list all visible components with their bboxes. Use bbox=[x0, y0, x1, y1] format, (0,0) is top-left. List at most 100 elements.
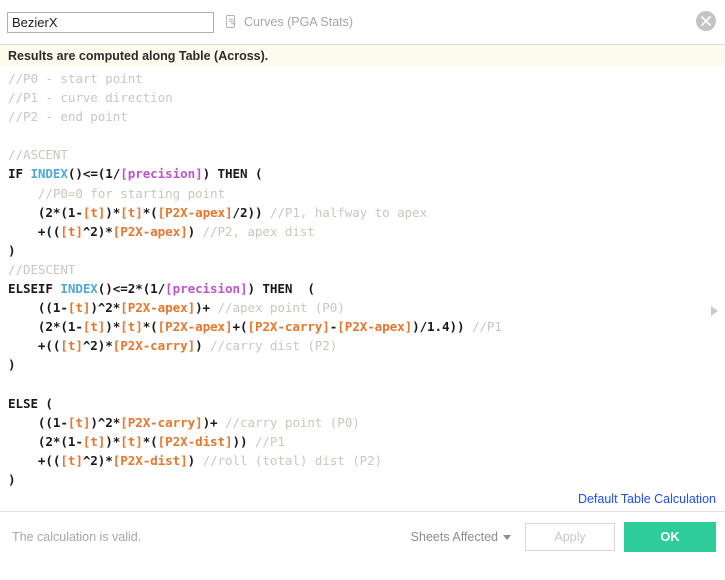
code-token-op: ()<=(1/ bbox=[67, 166, 121, 182]
code-token-op: +(( bbox=[8, 452, 61, 468]
code-token-op: ) bbox=[202, 166, 218, 182]
code-token-fn: INDEX bbox=[60, 281, 98, 297]
code-token-op: ) bbox=[187, 452, 203, 468]
code-token-op: ) bbox=[8, 357, 16, 373]
formula-editor[interactable]: //P0 - start point //P1 - curve directio… bbox=[0, 66, 725, 509]
code-token-field: [t] bbox=[67, 414, 91, 430]
code-token-op: )+ bbox=[202, 414, 226, 430]
code-token-field: [P2X-dist] bbox=[157, 433, 233, 449]
code-token-op: +(( bbox=[8, 338, 61, 354]
code-token-field: [t] bbox=[82, 319, 106, 335]
code-token-op: ((1- bbox=[8, 414, 68, 430]
code-token-op: )* bbox=[105, 204, 121, 220]
code-token-op: ()<=2*(1/ bbox=[97, 281, 166, 297]
code-token-field: [P2X-carry] bbox=[112, 338, 196, 354]
code-token-field: [t] bbox=[120, 319, 143, 335]
code-token-field: [P2X-apex] bbox=[120, 300, 196, 316]
code-token-op: *( bbox=[142, 319, 158, 335]
code-token-cmt: //P1 bbox=[254, 433, 285, 449]
footer-actions: The calculation is valid. Sheets Affecte… bbox=[0, 512, 725, 552]
code-token-op: ((1- bbox=[8, 300, 68, 316]
code-token-op: )^2* bbox=[90, 300, 121, 316]
code-token-field: [P2X-apex] bbox=[157, 319, 233, 335]
code-token-cmt: //carry point (P0) bbox=[225, 414, 360, 430]
code-token-op: +(( bbox=[8, 223, 61, 239]
code-token-kw: ELSE bbox=[8, 395, 38, 411]
code-token-field: [t] bbox=[60, 223, 83, 239]
ok-button[interactable]: OK bbox=[624, 521, 716, 552]
datasource-icon bbox=[225, 15, 239, 29]
code-token-cmt: //P1, halfway to apex bbox=[269, 204, 428, 220]
code-token-op: (2*(1- bbox=[8, 204, 83, 220]
code-token-field: [P2X-carry] bbox=[120, 414, 203, 430]
code-token-cmt: //P0=0 for starting point bbox=[8, 185, 225, 201]
code-token-cmt: //P1 bbox=[471, 319, 502, 335]
code-token-field: [P2X-dist] bbox=[112, 452, 188, 468]
code-token-field: [t] bbox=[60, 338, 83, 354]
code-token-kw: THEN bbox=[217, 166, 248, 182]
code-token-op: ) bbox=[8, 242, 16, 258]
close-icon[interactable] bbox=[695, 10, 717, 32]
code-token-op: *( bbox=[142, 433, 158, 449]
code-token-op: ^2)* bbox=[82, 223, 113, 239]
code-token-kw: IF bbox=[8, 166, 31, 182]
code-token-field: [P2X-apex] bbox=[112, 223, 188, 239]
code-token-field: [P2X-apex] bbox=[337, 319, 413, 335]
field-name-input[interactable] bbox=[7, 11, 214, 33]
default-table-calculation-link[interactable]: Default Table Calculation bbox=[578, 492, 716, 506]
code-token-cmt: //roll (total) dist (P2) bbox=[202, 452, 383, 468]
code-token-op: )+ bbox=[195, 300, 218, 316]
code-token-param: [precision] bbox=[120, 166, 203, 182]
validation-status-text: The calculation is valid. bbox=[12, 529, 142, 544]
code-token-cmt: //apex point (P0) bbox=[217, 300, 345, 316]
code-token-cmt: //P2 - end point bbox=[8, 109, 128, 125]
code-token-op: (2*(1- bbox=[8, 319, 83, 335]
code-token-op: )* bbox=[105, 433, 121, 449]
code-token-field: [t] bbox=[60, 452, 83, 468]
code-token-op: ( bbox=[292, 281, 315, 297]
code-token-field: [P2X-apex] bbox=[157, 204, 233, 220]
code-token-field: [t] bbox=[82, 204, 106, 220]
code-token-cmt: //carry dist (P2) bbox=[210, 338, 338, 354]
code-token-op: (2*(1- bbox=[8, 433, 83, 449]
dialog-footer: Default Table Calculation The calculatio… bbox=[0, 489, 725, 580]
code-token-op: )* bbox=[105, 319, 121, 335]
info-banner-text: Results are computed along Table (Across… bbox=[8, 49, 269, 63]
dialog-header: Curves (PGA Stats) bbox=[0, 0, 725, 44]
datasource-label-group: Curves (PGA Stats) bbox=[225, 15, 353, 29]
code-token-op: /2)) bbox=[232, 204, 270, 220]
code-token-op: ) bbox=[8, 471, 16, 487]
code-token-op: ( bbox=[37, 395, 53, 411]
code-token-op: ( bbox=[247, 166, 263, 182]
datasource-name: Curves (PGA Stats) bbox=[244, 15, 354, 29]
sheets-affected-dropdown[interactable]: Sheets Affected bbox=[411, 530, 511, 544]
code-token-op: )) bbox=[232, 433, 255, 449]
code-token-field: [t] bbox=[120, 433, 143, 449]
code-token-cmt: //DESCENT bbox=[8, 261, 76, 277]
code-token-field: [t] bbox=[67, 300, 91, 316]
chevron-down-icon bbox=[503, 535, 511, 540]
code-token-op: )^2* bbox=[90, 414, 121, 430]
code-token-op: +( bbox=[232, 319, 248, 335]
code-token-cmt: //P1 - curve direction bbox=[8, 90, 173, 106]
code-token-cmt: //ASCENT bbox=[8, 147, 68, 163]
code-token-op: ^2)* bbox=[82, 338, 113, 354]
chevron-right-icon[interactable] bbox=[711, 306, 718, 316]
default-calc-row: Default Table Calculation bbox=[0, 489, 725, 506]
code-token-op: ) bbox=[187, 223, 203, 239]
code-token-kw: ELSEIF bbox=[8, 281, 61, 297]
code-token-op: )/1.4)) bbox=[412, 319, 472, 335]
code-token-cmt: //P0 - start point bbox=[8, 71, 143, 86]
code-token-field: [t] bbox=[82, 433, 106, 449]
apply-button[interactable]: Apply bbox=[525, 522, 615, 551]
table-calc-info-banner: Results are computed along Table (Across… bbox=[0, 45, 725, 66]
code-token-op: ^2)* bbox=[82, 452, 113, 468]
code-token-field: [t] bbox=[120, 204, 143, 220]
code-token-fn: INDEX bbox=[30, 166, 68, 182]
code-token-op: *( bbox=[142, 204, 158, 220]
code-token-op: ) bbox=[247, 281, 263, 297]
code-token-op: ) bbox=[195, 338, 211, 354]
code-token-param: [precision] bbox=[165, 281, 248, 297]
code-token-field: [P2X-carry] bbox=[247, 319, 330, 335]
formula-code[interactable]: //P0 - start point //P1 - curve directio… bbox=[0, 66, 725, 508]
